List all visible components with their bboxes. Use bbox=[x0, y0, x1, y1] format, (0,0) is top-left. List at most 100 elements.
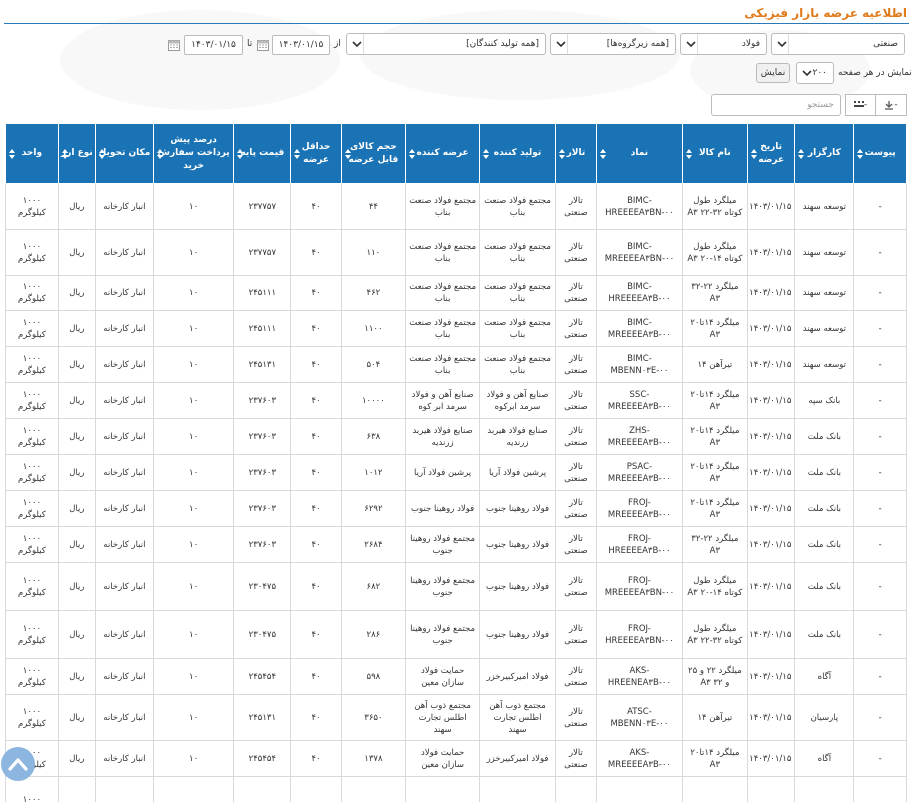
table-cell: میلگرد ۱۴تا۲۰ A۳ bbox=[681, 310, 748, 347]
table-row[interactable]: ۱۰۰۰ bbox=[5, 776, 907, 802]
column-header[interactable]: قیمت پایه bbox=[233, 123, 292, 184]
table-cell: ۱۰۰۰ کیلوگرم bbox=[5, 490, 59, 527]
search-input[interactable]: جستجو bbox=[711, 94, 841, 116]
table-cell: ۱۰۰۰ کیلوگرم bbox=[5, 658, 59, 695]
table-row[interactable]: - توسعه سهند ۱۴۰۳/۰۱/۱۵ میلگرد طول کوتاه ۱۴… bbox=[5, 229, 907, 276]
sort-icon bbox=[600, 148, 607, 159]
group-select[interactable]: فولاد bbox=[680, 33, 767, 55]
calendar-icon[interactable] bbox=[168, 39, 180, 51]
producer-select-value: [همه تولید کنندگان] bbox=[466, 39, 539, 49]
column-header[interactable]: کارگزار bbox=[794, 123, 855, 184]
table-header-row: پیوست کارگزار تاریخ عرضه نام کالا نماد تالار ت… bbox=[5, 123, 907, 184]
table-row[interactable]: - بانک سپه ۱۴۰۳/۰۱/۱۵ میلگرد ۱۴تا۲۰ A۳ SSC-M… bbox=[5, 382, 907, 419]
page-title: اطلاعیه عرضه بازار فیزیکی bbox=[744, 6, 907, 20]
market-select[interactable]: صنعتی bbox=[771, 33, 905, 55]
table-cell: ۱۳۷۸ bbox=[340, 740, 406, 777]
table-cell: توسعه سهند bbox=[794, 275, 855, 311]
table-row[interactable]: - آگاه ۱۴۰۳/۰۱/۱۵ میلگرد ۱۴تا۲۰ A۳ AKS-MREEE… bbox=[5, 740, 907, 777]
table-cell: میلگرد طول کوتاه ۳۲-۲۲ A۳ bbox=[681, 610, 748, 659]
column-header[interactable]: تاریخ عرضه bbox=[746, 123, 796, 184]
table-cell: میلگرد ۱۴تا۲۰ A۳ bbox=[681, 490, 748, 527]
table-row[interactable]: - بانک ملت ۱۴۰۳/۰۱/۱۵ میلگرد ۱۴تا۲۰ A۳ ZHS-M… bbox=[5, 418, 907, 455]
export-button[interactable]: - bbox=[875, 94, 907, 116]
table-cell: بانک ملت bbox=[794, 418, 855, 455]
table-row[interactable]: - آگاه ۱۴۰۳/۰۱/۱۵ میلگرد ۲۲ و ۲۵ و ۳۲ A۳ AKS… bbox=[5, 658, 907, 695]
table-cell: انبار کارخانه bbox=[94, 418, 154, 455]
table-cell: ۱۰ bbox=[152, 454, 235, 491]
table-cell: پارسیان bbox=[794, 694, 855, 741]
column-header[interactable]: حجم کالای قابل عرضه bbox=[340, 123, 406, 184]
column-header[interactable]: حداقل عرضه bbox=[290, 123, 342, 184]
table-row[interactable]: - پارسیان ۱۴۰۳/۰۱/۱۵ تیرآهن ۱۴ ATSC-MBENN۰۳E… bbox=[5, 694, 907, 741]
table-cell: تالار صنعتی bbox=[554, 454, 598, 491]
table-cell: ۲۴۵۴۵۴ bbox=[233, 740, 292, 777]
table-row[interactable]: - توسعه سهند ۱۴۰۳/۰۱/۱۵ میلگرد ۲۲-۳۲ A۳ BIMC… bbox=[5, 275, 907, 311]
sort-icon bbox=[9, 148, 15, 159]
table-cell: ۱۴۰۳/۰۱/۱۵ bbox=[746, 658, 796, 695]
producer-select[interactable]: [همه تولید کنندگان] bbox=[346, 33, 546, 55]
subgroup-select-value: [همه زیرگروه‌ها] bbox=[606, 39, 669, 49]
column-header[interactable]: تولید کننده bbox=[479, 123, 556, 184]
table-cell: ریال bbox=[57, 275, 96, 311]
column-header[interactable]: نماد bbox=[596, 123, 683, 184]
column-header[interactable]: تالار bbox=[554, 123, 598, 184]
date-from-input[interactable]: ۱۴۰۳/۰۱/۱۵ bbox=[272, 35, 330, 55]
table-row[interactable]: - بانک ملت ۱۴۰۳/۰۱/۱۵ میلگرد ۲۲-۳۲ A۳ FROJ-H… bbox=[5, 526, 907, 563]
columns-button[interactable]: - bbox=[845, 94, 876, 116]
column-header-label: تالار bbox=[566, 148, 586, 158]
table-cell: ۴۰ bbox=[290, 526, 342, 563]
subgroup-select[interactable]: [همه زیرگروه‌ها] bbox=[550, 33, 676, 55]
table-cell: AKS-MREEEEA۳B-۰۰ bbox=[596, 740, 683, 777]
calendar-icon[interactable] bbox=[257, 39, 269, 51]
scroll-to-top-button[interactable] bbox=[1, 747, 35, 781]
table-cell: - bbox=[853, 346, 907, 383]
table-cell: ۲۴۵۱۳۱ bbox=[233, 694, 292, 741]
table-cell: ۶۲۹۲ bbox=[340, 490, 406, 527]
table-cell: ۱۰ bbox=[152, 658, 235, 695]
table-cell: ۱۴۰۳/۰۱/۱۵ bbox=[746, 740, 796, 777]
table-row[interactable]: - بانک ملت ۱۴۰۳/۰۱/۱۵ میلگرد طول کوتاه ۳۲-۲… bbox=[5, 610, 907, 659]
column-header[interactable]: نام کالا bbox=[681, 123, 748, 184]
table-row[interactable]: - توسعه سهند ۱۴۰۳/۰۱/۱۵ تیرآهن ۱۴ BIMC-MBENN… bbox=[5, 346, 907, 383]
table-cell: ۴۴ bbox=[340, 183, 406, 230]
table-cell: مجتمع فولاد صنعت بناب bbox=[479, 346, 556, 383]
column-header[interactable]: نوع ارز bbox=[57, 123, 96, 184]
table-cell: - bbox=[853, 454, 907, 491]
column-header[interactable]: عرضه کننده bbox=[404, 123, 481, 184]
table-cell: ۱۰۰۰ کیلوگرم bbox=[5, 610, 59, 659]
table-cell: بانک ملت bbox=[794, 562, 855, 611]
table-row[interactable]: - بانک ملت ۱۴۰۳/۰۱/۱۵ میلگرد ۱۴تا۲۰ A۳ PSAC-… bbox=[5, 454, 907, 491]
table-cell bbox=[853, 776, 907, 802]
table-cell: ۱۰۰۰ کیلوگرم bbox=[5, 183, 59, 230]
column-header[interactable]: مکان تحویل bbox=[94, 123, 154, 184]
table-cell: ۱۰ bbox=[152, 229, 235, 276]
table-cell: انبار کارخانه bbox=[94, 658, 154, 695]
table-cell: - bbox=[853, 183, 907, 230]
column-header[interactable]: درصد پیش پرداخت سفارش خرید bbox=[152, 123, 235, 184]
table-row[interactable]: - بانک ملت ۱۴۰۳/۰۱/۱۵ میلگرد ۱۴تا۲۰ A۳ FROJ-… bbox=[5, 490, 907, 527]
table-row[interactable]: - بانک ملت ۱۴۰۳/۰۱/۱۵ میلگرد طول کوتاه ۱۴-۲… bbox=[5, 562, 907, 611]
table-row[interactable]: - توسعه سهند ۱۴۰۳/۰۱/۱۵ میلگرد ۱۴تا۲۰ A۳ BIM… bbox=[5, 310, 907, 347]
column-header-label: نام کالا bbox=[698, 148, 731, 158]
table-row[interactable]: - توسعه سهند ۱۴۰۳/۰۱/۱۵ میلگرد طول کوتاه ۳۲… bbox=[5, 183, 907, 230]
show-button[interactable]: نمایش bbox=[756, 63, 790, 83]
table-cell: ۱۰ bbox=[152, 562, 235, 611]
table-cell: انبار کارخانه bbox=[94, 694, 154, 741]
table-cell: مجتمع فولاد صنعت بناب bbox=[404, 275, 481, 311]
table-cell: ۴۰ bbox=[290, 382, 342, 419]
column-header[interactable]: واحد bbox=[5, 123, 59, 184]
table-cell: تالار صنعتی bbox=[554, 694, 598, 741]
table-cell: حمایت فولاد سازان معین bbox=[404, 740, 481, 777]
date-to-input[interactable]: ۱۴۰۳/۰۱/۱۵ bbox=[184, 35, 243, 55]
table-cell: - bbox=[853, 382, 907, 419]
page-size-select[interactable]: ۲۰۰ bbox=[796, 62, 834, 84]
table-cell: ۱۰۰۰ کیلوگرم bbox=[5, 346, 59, 383]
column-header[interactable]: پیوست bbox=[853, 123, 907, 184]
chevron-down-icon bbox=[801, 63, 813, 83]
column-header-label: مکان تحویل bbox=[98, 148, 151, 158]
table-cell: ۱۰ bbox=[152, 346, 235, 383]
table-cell: ۶۳۸ bbox=[340, 418, 406, 455]
table-cell: BIMC-MBENN۰۳E-۰۰ bbox=[596, 346, 683, 383]
table-cell: توسعه سهند bbox=[794, 229, 855, 276]
table-cell: ۲۴۵۱۱۱ bbox=[233, 310, 292, 347]
